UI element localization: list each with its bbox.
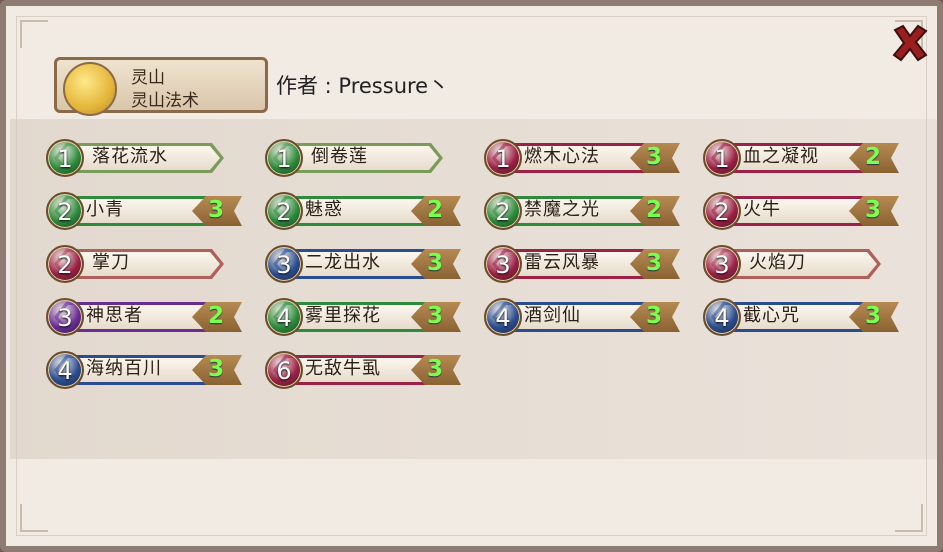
cost-orb: 3 <box>703 245 741 283</box>
corner-ornament <box>20 504 48 532</box>
cost-orb: 3 <box>46 298 84 336</box>
spell-card[interactable]: 截心咒 3 4 <box>697 296 897 340</box>
spell-card[interactable]: 雾里探花 3 4 <box>259 296 459 340</box>
deck-header: 灵山 灵山法术 作者 : Pressure丶 <box>50 54 650 118</box>
spell-card[interactable]: 火焰刀 3 <box>697 243 897 287</box>
card-name: 血之凝视 <box>743 146 819 167</box>
card-name: 雾里探花 <box>305 305 381 326</box>
spell-card[interactable]: 倒卷莲 1 <box>259 137 459 181</box>
spell-card[interactable]: 燃木心法 3 1 <box>478 137 678 181</box>
cost-orb: 4 <box>703 298 741 336</box>
card-cost: 1 <box>714 145 730 173</box>
cost-orb: 2 <box>46 245 84 283</box>
card-name: 海纳百川 <box>86 358 162 379</box>
card-count: 3 <box>646 250 663 276</box>
card-name: 掌刀 <box>92 252 130 273</box>
corner-ornament <box>895 504 923 532</box>
spell-card[interactable]: 无敌牛虱 3 6 <box>259 349 459 393</box>
cost-orb: 1 <box>484 139 522 177</box>
school-name: 灵山 <box>131 68 165 88</box>
card-name: 酒剑仙 <box>524 305 581 326</box>
card-cost: 2 <box>714 198 730 226</box>
card-count: 3 <box>208 197 225 223</box>
card-cost: 4 <box>495 304 511 332</box>
card-cost: 3 <box>714 251 730 279</box>
cost-orb: 1 <box>46 139 84 177</box>
card-count: 3 <box>208 356 225 382</box>
card-name: 二龙出水 <box>305 252 381 273</box>
card-cost: 2 <box>57 251 73 279</box>
card-name: 神思者 <box>86 305 143 326</box>
cost-orb: 4 <box>484 298 522 336</box>
cost-orb: 2 <box>703 192 741 230</box>
school-badge[interactable]: 灵山 灵山法术 <box>54 57 268 116</box>
spell-card[interactable]: 酒剑仙 3 4 <box>478 296 678 340</box>
card-cost: 3 <box>57 304 73 332</box>
cost-orb: 2 <box>265 192 303 230</box>
card-cost: 3 <box>276 251 292 279</box>
school-subtitle: 灵山法术 <box>131 91 199 111</box>
card-name: 火牛 <box>743 199 781 220</box>
card-name: 倒卷莲 <box>311 146 368 167</box>
spell-card[interactable]: 雷云风暴 3 3 <box>478 243 678 287</box>
spell-card[interactable]: 神思者 2 3 <box>40 296 240 340</box>
card-count: 3 <box>646 303 663 329</box>
card-name: 落花流水 <box>92 146 168 167</box>
card-cost: 3 <box>495 251 511 279</box>
cost-orb: 2 <box>46 192 84 230</box>
card-cost: 2 <box>57 198 73 226</box>
corner-ornament <box>20 20 48 48</box>
close-icon <box>892 24 928 62</box>
card-count: 3 <box>865 303 882 329</box>
card-name: 燃木心法 <box>524 146 600 167</box>
card-name: 雷云风暴 <box>524 252 600 273</box>
card-name: 魅惑 <box>305 199 343 220</box>
card-name: 火焰刀 <box>749 252 806 273</box>
spell-card[interactable]: 海纳百川 3 4 <box>40 349 240 393</box>
card-count: 2 <box>865 144 882 170</box>
card-cost: 1 <box>495 145 511 173</box>
spell-card[interactable]: 小青 3 2 <box>40 190 240 234</box>
spell-card[interactable]: 掌刀 2 <box>40 243 240 287</box>
card-count: 3 <box>865 197 882 223</box>
cost-orb: 6 <box>265 351 303 389</box>
spell-card[interactable]: 落花流水 1 <box>40 137 240 181</box>
card-name: 无敌牛虱 <box>305 358 381 379</box>
card-cost: 4 <box>57 357 73 385</box>
card-cost: 2 <box>276 198 292 226</box>
spell-card[interactable]: 魅惑 2 2 <box>259 190 459 234</box>
card-name: 小青 <box>86 199 124 220</box>
spell-card[interactable]: 火牛 3 2 <box>697 190 897 234</box>
cost-orb: 4 <box>46 351 84 389</box>
spell-card[interactable]: 禁魔之光 2 2 <box>478 190 678 234</box>
cost-orb: 3 <box>265 245 303 283</box>
card-count: 3 <box>427 303 444 329</box>
lingshan-emblem-icon <box>63 62 117 116</box>
spell-card[interactable]: 血之凝视 2 1 <box>697 137 897 181</box>
cost-orb: 4 <box>265 298 303 336</box>
cost-orb: 2 <box>484 192 522 230</box>
card-cost: 2 <box>495 198 511 226</box>
card-cost: 4 <box>276 304 292 332</box>
spell-card[interactable]: 二龙出水 3 3 <box>259 243 459 287</box>
card-cost: 6 <box>276 357 292 385</box>
cost-orb: 1 <box>265 139 303 177</box>
close-button[interactable] <box>889 22 931 64</box>
card-count: 3 <box>427 356 444 382</box>
card-count: 2 <box>208 303 225 329</box>
card-cost: 1 <box>57 145 73 173</box>
card-count: 2 <box>427 197 444 223</box>
cost-orb: 3 <box>484 245 522 283</box>
card-name: 禁魔之光 <box>524 199 600 220</box>
author-label: 作者 : Pressure丶 <box>276 74 450 98</box>
card-cost: 4 <box>714 304 730 332</box>
cost-orb: 1 <box>703 139 741 177</box>
card-name: 截心咒 <box>743 305 800 326</box>
card-count: 3 <box>427 250 444 276</box>
card-count: 2 <box>646 197 663 223</box>
card-count: 3 <box>646 144 663 170</box>
deck-panel: 灵山 灵山法术 作者 : Pressure丶 落花流水 1 倒卷莲 1 燃木心法 3 1 血之… <box>0 0 943 552</box>
card-cost: 1 <box>276 145 292 173</box>
